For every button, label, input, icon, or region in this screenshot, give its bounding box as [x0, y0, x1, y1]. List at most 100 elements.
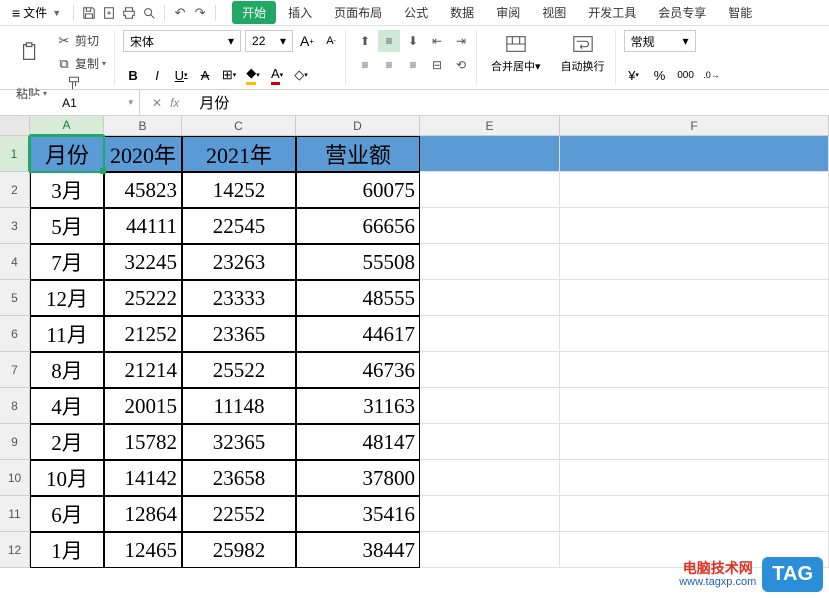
tab-dev-tools[interactable]: 开发工具: [578, 1, 646, 24]
tab-smart[interactable]: 智能: [718, 1, 762, 24]
col-header-D[interactable]: D: [296, 116, 420, 136]
increase-indent-button[interactable]: ⇥: [450, 30, 472, 52]
tab-formulas[interactable]: 公式: [394, 1, 438, 24]
cell[interactable]: 66656: [296, 208, 420, 244]
cell[interactable]: [420, 532, 560, 568]
cell[interactable]: [420, 352, 560, 388]
cell[interactable]: 22545: [182, 208, 296, 244]
cell[interactable]: 20015: [104, 388, 182, 424]
align-middle-button[interactable]: ≡: [378, 30, 400, 52]
cell[interactable]: [420, 172, 560, 208]
wrap-text-button[interactable]: 自动换行: [555, 30, 611, 85]
save-icon[interactable]: [80, 4, 98, 22]
copy-button[interactable]: ⧉复制▾: [52, 53, 110, 74]
number-format-select[interactable]: 常规▾: [624, 30, 696, 52]
name-box[interactable]: ▾: [0, 90, 140, 115]
row-header[interactable]: 9: [0, 424, 30, 460]
cell[interactable]: 44111: [104, 208, 182, 244]
cell[interactable]: [560, 172, 829, 208]
row-header[interactable]: 3: [0, 208, 30, 244]
col-header-B[interactable]: B: [104, 116, 182, 136]
cell[interactable]: 22552: [182, 496, 296, 532]
cell[interactable]: 6月: [30, 496, 104, 532]
row-header[interactable]: 4: [0, 244, 30, 280]
cell[interactable]: [560, 208, 829, 244]
print-icon[interactable]: [120, 4, 138, 22]
cell[interactable]: [420, 424, 560, 460]
decrease-indent-button[interactable]: ⇤: [426, 30, 448, 52]
cell[interactable]: 23333: [182, 280, 296, 316]
cell[interactable]: 3月: [30, 172, 104, 208]
merge-center-button[interactable]: 合并居中▾: [485, 30, 547, 85]
cell[interactable]: 2月: [30, 424, 104, 460]
cell[interactable]: 月份: [30, 136, 104, 172]
row-header[interactable]: 8: [0, 388, 30, 424]
select-all-corner[interactable]: [0, 116, 30, 136]
cell[interactable]: 12864: [104, 496, 182, 532]
increase-font-button[interactable]: A+: [297, 31, 317, 51]
row-header[interactable]: 12: [0, 532, 30, 568]
row-header[interactable]: 1: [0, 136, 30, 172]
cell[interactable]: 4月: [30, 388, 104, 424]
underline-button[interactable]: U▾: [171, 65, 191, 85]
font-size-select[interactable]: 22▾: [245, 30, 293, 52]
cell[interactable]: 48555: [296, 280, 420, 316]
output-icon[interactable]: [100, 4, 118, 22]
cell[interactable]: [420, 388, 560, 424]
row-header[interactable]: 7: [0, 352, 30, 388]
tab-start[interactable]: 开始: [232, 1, 276, 24]
cell[interactable]: [560, 352, 829, 388]
formula-input[interactable]: 月份: [191, 92, 829, 113]
cell[interactable]: 55508: [296, 244, 420, 280]
cell[interactable]: [420, 496, 560, 532]
cell[interactable]: 12465: [104, 532, 182, 568]
fx-icon[interactable]: fx: [170, 96, 179, 110]
row-header[interactable]: 11: [0, 496, 30, 532]
border-button[interactable]: ⊞▾: [219, 65, 239, 85]
currency-button[interactable]: ¥▾: [624, 65, 644, 85]
cell[interactable]: 37800: [296, 460, 420, 496]
align-center-button[interactable]: ≡: [378, 54, 400, 76]
cell[interactable]: [420, 136, 560, 172]
cell[interactable]: 25982: [182, 532, 296, 568]
cell[interactable]: [420, 208, 560, 244]
cell[interactable]: [560, 424, 829, 460]
cell[interactable]: 14252: [182, 172, 296, 208]
cell[interactable]: [420, 280, 560, 316]
col-header-A[interactable]: A: [30, 116, 104, 136]
cell[interactable]: 23263: [182, 244, 296, 280]
cell[interactable]: 48147: [296, 424, 420, 460]
cell[interactable]: [420, 244, 560, 280]
font-name-select[interactable]: 宋体▾: [123, 30, 241, 52]
cut-button[interactable]: ✂剪切: [52, 30, 110, 51]
cell[interactable]: 38447: [296, 532, 420, 568]
cancel-icon[interactable]: ✕: [152, 96, 162, 110]
tab-review[interactable]: 审阅: [486, 1, 530, 24]
cell[interactable]: 31163: [296, 388, 420, 424]
cell[interactable]: 21252: [104, 316, 182, 352]
cell[interactable]: 15782: [104, 424, 182, 460]
cell[interactable]: 32245: [104, 244, 182, 280]
cell[interactable]: 23365: [182, 316, 296, 352]
row-header[interactable]: 2: [0, 172, 30, 208]
col-header-C[interactable]: C: [182, 116, 296, 136]
file-menu[interactable]: 文件 ▼: [6, 4, 67, 21]
cell[interactable]: [560, 388, 829, 424]
paste-button[interactable]: [12, 38, 48, 66]
fill-color-button[interactable]: ◆▾: [243, 65, 263, 85]
cell[interactable]: 46736: [296, 352, 420, 388]
clear-format-button[interactable]: ◇▾: [291, 65, 311, 85]
cell[interactable]: 营业额: [296, 136, 420, 172]
distribute-button[interactable]: ⊟: [426, 54, 448, 76]
cell[interactable]: 12月: [30, 280, 104, 316]
tab-page-layout[interactable]: 页面布局: [324, 1, 392, 24]
cell[interactable]: 32365: [182, 424, 296, 460]
increase-decimal-button[interactable]: .0→: [702, 65, 722, 85]
bold-button[interactable]: B: [123, 65, 143, 85]
undo-icon[interactable]: ↶: [171, 4, 189, 22]
cell[interactable]: 7月: [30, 244, 104, 280]
cell[interactable]: 23658: [182, 460, 296, 496]
row-header[interactable]: 5: [0, 280, 30, 316]
cell[interactable]: 11148: [182, 388, 296, 424]
cell[interactable]: 5月: [30, 208, 104, 244]
